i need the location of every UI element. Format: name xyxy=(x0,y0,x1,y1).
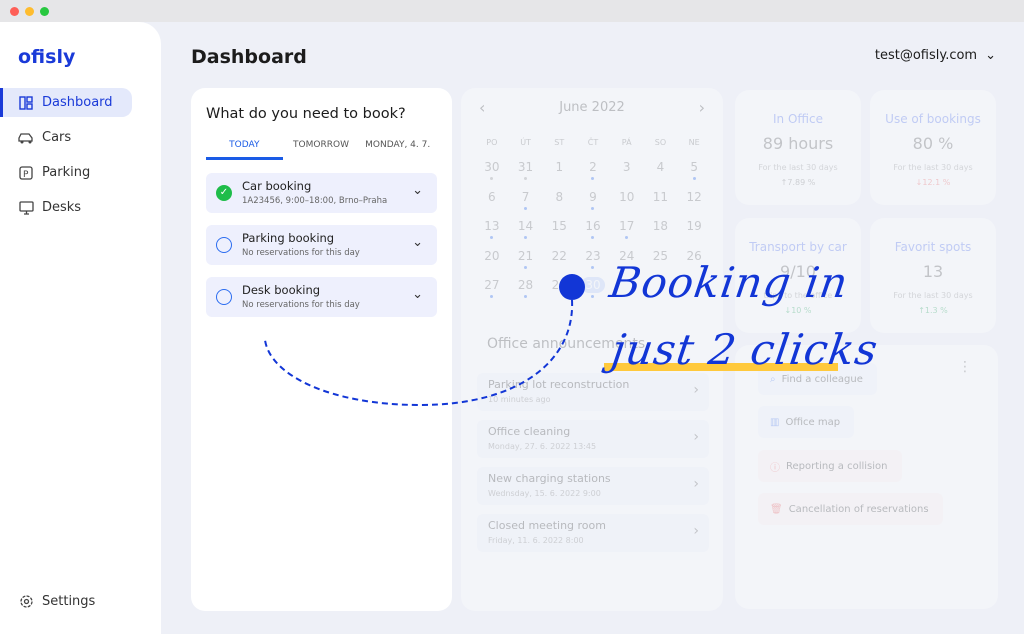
promo-line-1: Booking in xyxy=(606,258,852,307)
dashed-path xyxy=(264,299,574,407)
promo-dot xyxy=(559,274,585,300)
promo-line-2: just 2 clicks xyxy=(608,325,882,374)
promo-path-decoration xyxy=(264,274,838,407)
